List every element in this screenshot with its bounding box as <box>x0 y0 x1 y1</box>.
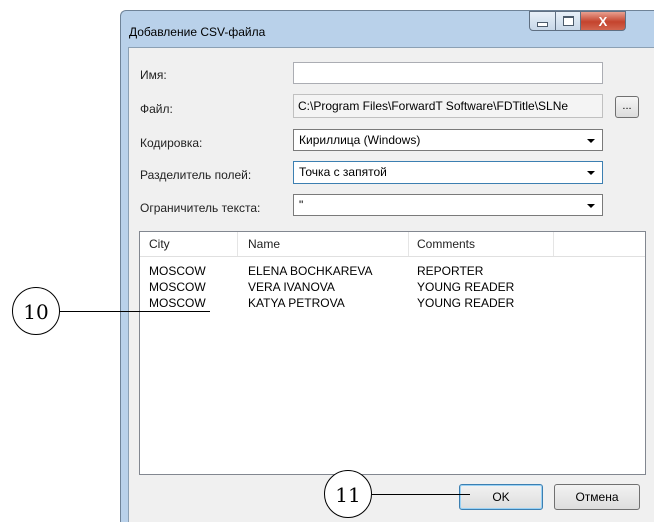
encoding-select[interactable]: Кириллица (Windows) <box>293 129 603 151</box>
table-cell: MOSCOW <box>149 280 206 294</box>
column-header-comments[interactable]: Comments <box>417 237 475 251</box>
close-icon: X <box>598 13 608 29</box>
column-divider[interactable] <box>553 232 554 256</box>
file-label: Файл: <box>140 102 173 116</box>
separator-label: Разделитель полей: <box>140 168 252 182</box>
table-cell: MOSCOW <box>149 296 206 310</box>
table-cell: YOUNG READER <box>417 280 515 294</box>
chevron-down-icon <box>587 171 595 175</box>
callout-10-leader-line <box>60 311 210 312</box>
callout-11: 11 <box>324 470 372 518</box>
callout-10: 10 <box>12 287 60 335</box>
window-title: Добавление CSV-файла <box>129 25 266 39</box>
title-bar[interactable]: Добавление CSV-файла X <box>121 11 654 47</box>
close-button[interactable]: X <box>580 11 626 31</box>
browse-button[interactable]: ... <box>615 96 639 118</box>
table-cell: YOUNG READER <box>417 296 515 310</box>
cancel-button[interactable]: Отмена <box>554 484 640 510</box>
table-cell: VERA IVANOVA <box>248 280 335 294</box>
maximize-button[interactable] <box>555 11 581 31</box>
separator-value: Точка с запятой <box>299 165 387 179</box>
column-divider[interactable] <box>237 232 238 256</box>
name-input[interactable] <box>293 62 603 84</box>
encoding-value: Кириллица (Windows) <box>299 133 421 147</box>
table-cell: REPORTER <box>417 264 484 278</box>
minimize-icon <box>537 21 548 27</box>
table-row[interactable]: MOSCOW KATYA PETROVA YOUNG READER <box>140 296 645 312</box>
chevron-down-icon <box>587 204 595 208</box>
qualifier-label: Ограничитель текста: <box>140 201 261 215</box>
table-header: City Name Comments <box>140 232 645 257</box>
column-header-name[interactable]: Name <box>248 237 280 251</box>
table-row[interactable]: MOSCOW ELENA BOCHKAREVA REPORTER <box>140 264 645 280</box>
ok-button[interactable]: OK <box>459 484 543 510</box>
csv-dialog-window: Добавление CSV-файла X Имя: Файл: C:\Pro… <box>120 10 654 522</box>
callout-11-leader-line <box>372 494 470 495</box>
separator-select[interactable]: Точка с запятой <box>293 161 603 184</box>
table-cell: KATYA PETROVA <box>248 296 345 310</box>
encoding-label: Кодировка: <box>140 136 203 150</box>
column-divider[interactable] <box>408 232 409 256</box>
qualifier-select[interactable]: " <box>293 194 603 216</box>
chevron-down-icon <box>587 139 595 143</box>
qualifier-value: " <box>299 198 304 212</box>
name-label: Имя: <box>140 68 167 82</box>
table-cell: ELENA BOCHKAREVA <box>248 264 373 278</box>
file-path-field[interactable]: C:\Program Files\ForwardT Software\FDTit… <box>293 94 603 118</box>
minimize-button[interactable] <box>529 11 556 31</box>
column-header-city[interactable]: City <box>149 237 170 251</box>
table-row[interactable]: MOSCOW VERA IVANOVA YOUNG READER <box>140 280 645 296</box>
maximize-icon <box>562 16 574 26</box>
preview-table[interactable]: City Name Comments MOSCOW ELENA BOCHKARE… <box>139 231 646 475</box>
table-cell: MOSCOW <box>149 264 206 278</box>
